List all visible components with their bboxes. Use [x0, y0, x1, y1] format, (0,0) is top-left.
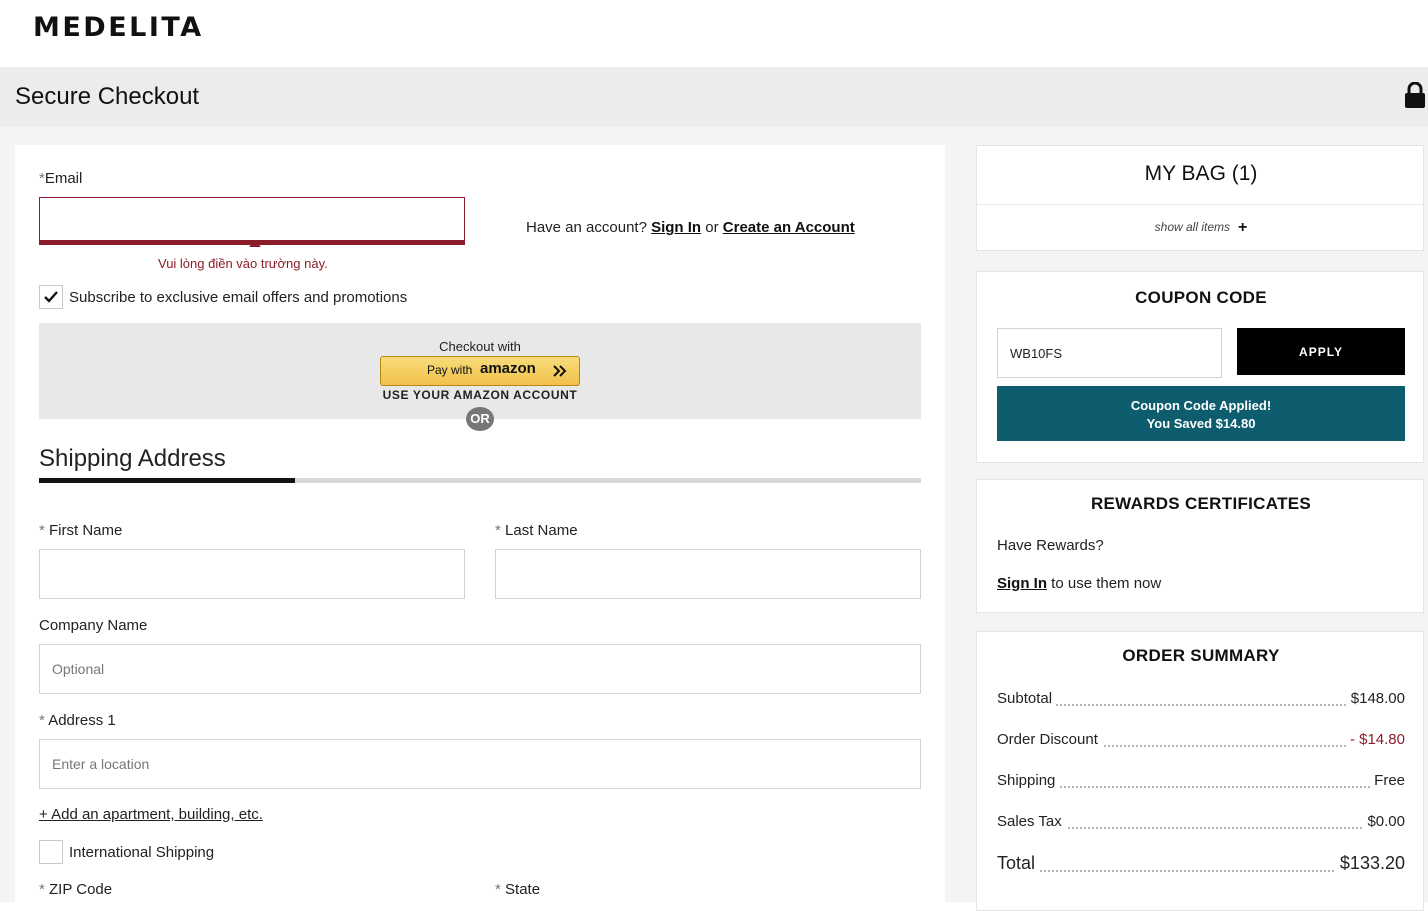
- address1-field[interactable]: [39, 739, 921, 789]
- summary-value: $0.00: [1363, 813, 1405, 830]
- required-marker: *: [39, 522, 45, 539]
- coupon-title: COUPON CODE: [1135, 288, 1267, 307]
- or-separator: OR: [466, 407, 494, 431]
- site-header: MEDELITA: [0, 0, 1428, 67]
- checkout-form-card: *Email Vui lòng điền vào trường này. Hav…: [15, 145, 945, 902]
- brand-logo[interactable]: MEDELITA: [33, 12, 204, 43]
- summary-row-total: Total $133.20: [997, 853, 1405, 875]
- add-apartment-link[interactable]: + Add an apartment, building, etc.: [39, 806, 263, 823]
- plus-icon: +: [1238, 219, 1248, 236]
- leader-dots: [997, 704, 1405, 706]
- summary-label: Sales Tax: [997, 813, 1066, 830]
- required-marker: *: [39, 881, 45, 898]
- checkout-progress-fill: [39, 478, 295, 483]
- last-name-label: * Last Name: [495, 522, 578, 539]
- rewards-sign-in-line: Sign In to use them now: [997, 575, 1161, 592]
- amazon-pay-with: Pay with: [427, 363, 473, 377]
- summary-row-discount: Order Discount - $14.80: [997, 731, 1405, 753]
- validation-tip-arrow: [249, 240, 261, 247]
- amazon-logo: amazon: [480, 360, 536, 377]
- company-name-label: Company Name: [39, 617, 148, 634]
- amazon-pay-panel: Checkout with Pay with amazon USE YOUR A…: [39, 323, 921, 419]
- lock-icon: [1405, 82, 1425, 108]
- order-summary-title: ORDER SUMMARY: [1122, 646, 1280, 665]
- required-marker: *: [39, 712, 45, 729]
- show-all-items-toggle[interactable]: show all items +: [977, 219, 1425, 237]
- checkmark-icon: [44, 291, 58, 303]
- rewards-question: Have Rewards?: [997, 537, 1104, 554]
- email-label-text: Email: [44, 170, 83, 187]
- zip-code-label: * ZIP Code: [39, 881, 112, 898]
- sign-in-link[interactable]: Sign In: [651, 219, 701, 236]
- last-name-field[interactable]: [495, 549, 921, 599]
- coupon-applied-line1: Coupon Code Applied!: [1130, 398, 1272, 413]
- my-bag-card: MY BAG (1) show all items +: [976, 145, 1425, 251]
- first-name-field[interactable]: [39, 549, 465, 599]
- amazon-pay-button[interactable]: Pay with amazon: [380, 356, 580, 386]
- rewards-sign-in-suffix: to use them now: [1051, 575, 1162, 592]
- checkout-progress: [39, 478, 921, 483]
- account-prompt-text: Have an account?: [526, 219, 647, 236]
- order-sidebar: MY BAG (1) show all items + COUPON CODE A…: [960, 127, 1428, 911]
- coupon-saved-line: You Saved $14.80: [1146, 416, 1256, 431]
- first-name-label-text: First Name: [49, 522, 123, 539]
- state-label: * State: [495, 881, 540, 898]
- rewards-sign-in-link[interactable]: Sign In: [997, 575, 1047, 592]
- account-prompt: Have an account? Sign In or Create an Ac…: [526, 219, 855, 236]
- zip-code-label-text: ZIP Code: [49, 881, 113, 898]
- amazon-use-account: USE YOUR AMAZON ACCOUNT: [382, 388, 578, 402]
- checkout-bar: Secure Checkout: [0, 67, 1428, 127]
- summary-label: Order Discount: [997, 731, 1102, 748]
- coupon-code-field[interactable]: [997, 328, 1222, 378]
- subscribe-checkbox[interactable]: [39, 285, 63, 309]
- summary-value: - $14.80: [1345, 731, 1405, 748]
- summary-label: Subtotal: [997, 690, 1057, 707]
- my-bag-title: MY BAG (1): [1144, 162, 1258, 185]
- state-label-text: State: [505, 881, 541, 898]
- address1-label: * Address 1: [39, 712, 116, 729]
- email-label: *Email: [39, 170, 82, 187]
- apply-coupon-button[interactable]: APPLY: [1237, 328, 1405, 375]
- summary-value: Free: [1370, 772, 1405, 789]
- amazon-caption: Checkout with: [439, 339, 521, 354]
- subscribe-label[interactable]: Subscribe to exclusive email offers and …: [69, 289, 407, 306]
- required-marker: *: [495, 881, 501, 898]
- shipping-section-title: Shipping Address: [39, 445, 226, 472]
- international-shipping-label[interactable]: International Shipping: [69, 844, 214, 861]
- coupon-applied-banner: Coupon Code Applied! You Saved $14.80: [997, 386, 1405, 441]
- total-label: Total: [997, 853, 1040, 874]
- order-summary-card: ORDER SUMMARY Subtotal $148.00 Order Dis…: [976, 631, 1424, 911]
- page-title: Secure Checkout: [15, 83, 200, 110]
- first-name-label: * First Name: [39, 522, 122, 539]
- required-marker: *: [495, 522, 501, 539]
- summary-row-subtotal: Subtotal $148.00: [997, 690, 1405, 712]
- summary-value: $148.00: [1346, 690, 1405, 707]
- show-all-items-label: show all items: [1154, 220, 1230, 234]
- total-value: $133.20: [1335, 853, 1405, 874]
- address1-label-text: Address 1: [48, 712, 116, 729]
- account-or-text: or: [705, 219, 719, 236]
- create-account-link[interactable]: Create an Account: [723, 219, 855, 236]
- coupon-card: COUPON CODE APPLY Coupon Code Applied! Y…: [976, 271, 1424, 463]
- summary-row-shipping: Shipping Free: [997, 772, 1405, 794]
- international-shipping-checkbox[interactable]: [39, 840, 63, 864]
- last-name-label-text: Last Name: [505, 522, 578, 539]
- rewards-card: REWARDS CERTIFICATES Have Rewards? Sign …: [976, 479, 1424, 613]
- email-field[interactable]: [39, 197, 465, 245]
- rewards-title: REWARDS CERTIFICATES: [1090, 494, 1312, 513]
- double-chevron-icon: [553, 365, 567, 377]
- divider: [977, 204, 1425, 205]
- email-validation-message: Vui lòng điền vào trường này.: [158, 256, 328, 271]
- summary-label: Shipping: [997, 772, 1060, 789]
- summary-row-sales-tax: Sales Tax $0.00: [997, 813, 1405, 835]
- checkout-main: *Email Vui lòng điền vào trường này. Hav…: [0, 127, 960, 902]
- company-name-field[interactable]: [39, 644, 921, 694]
